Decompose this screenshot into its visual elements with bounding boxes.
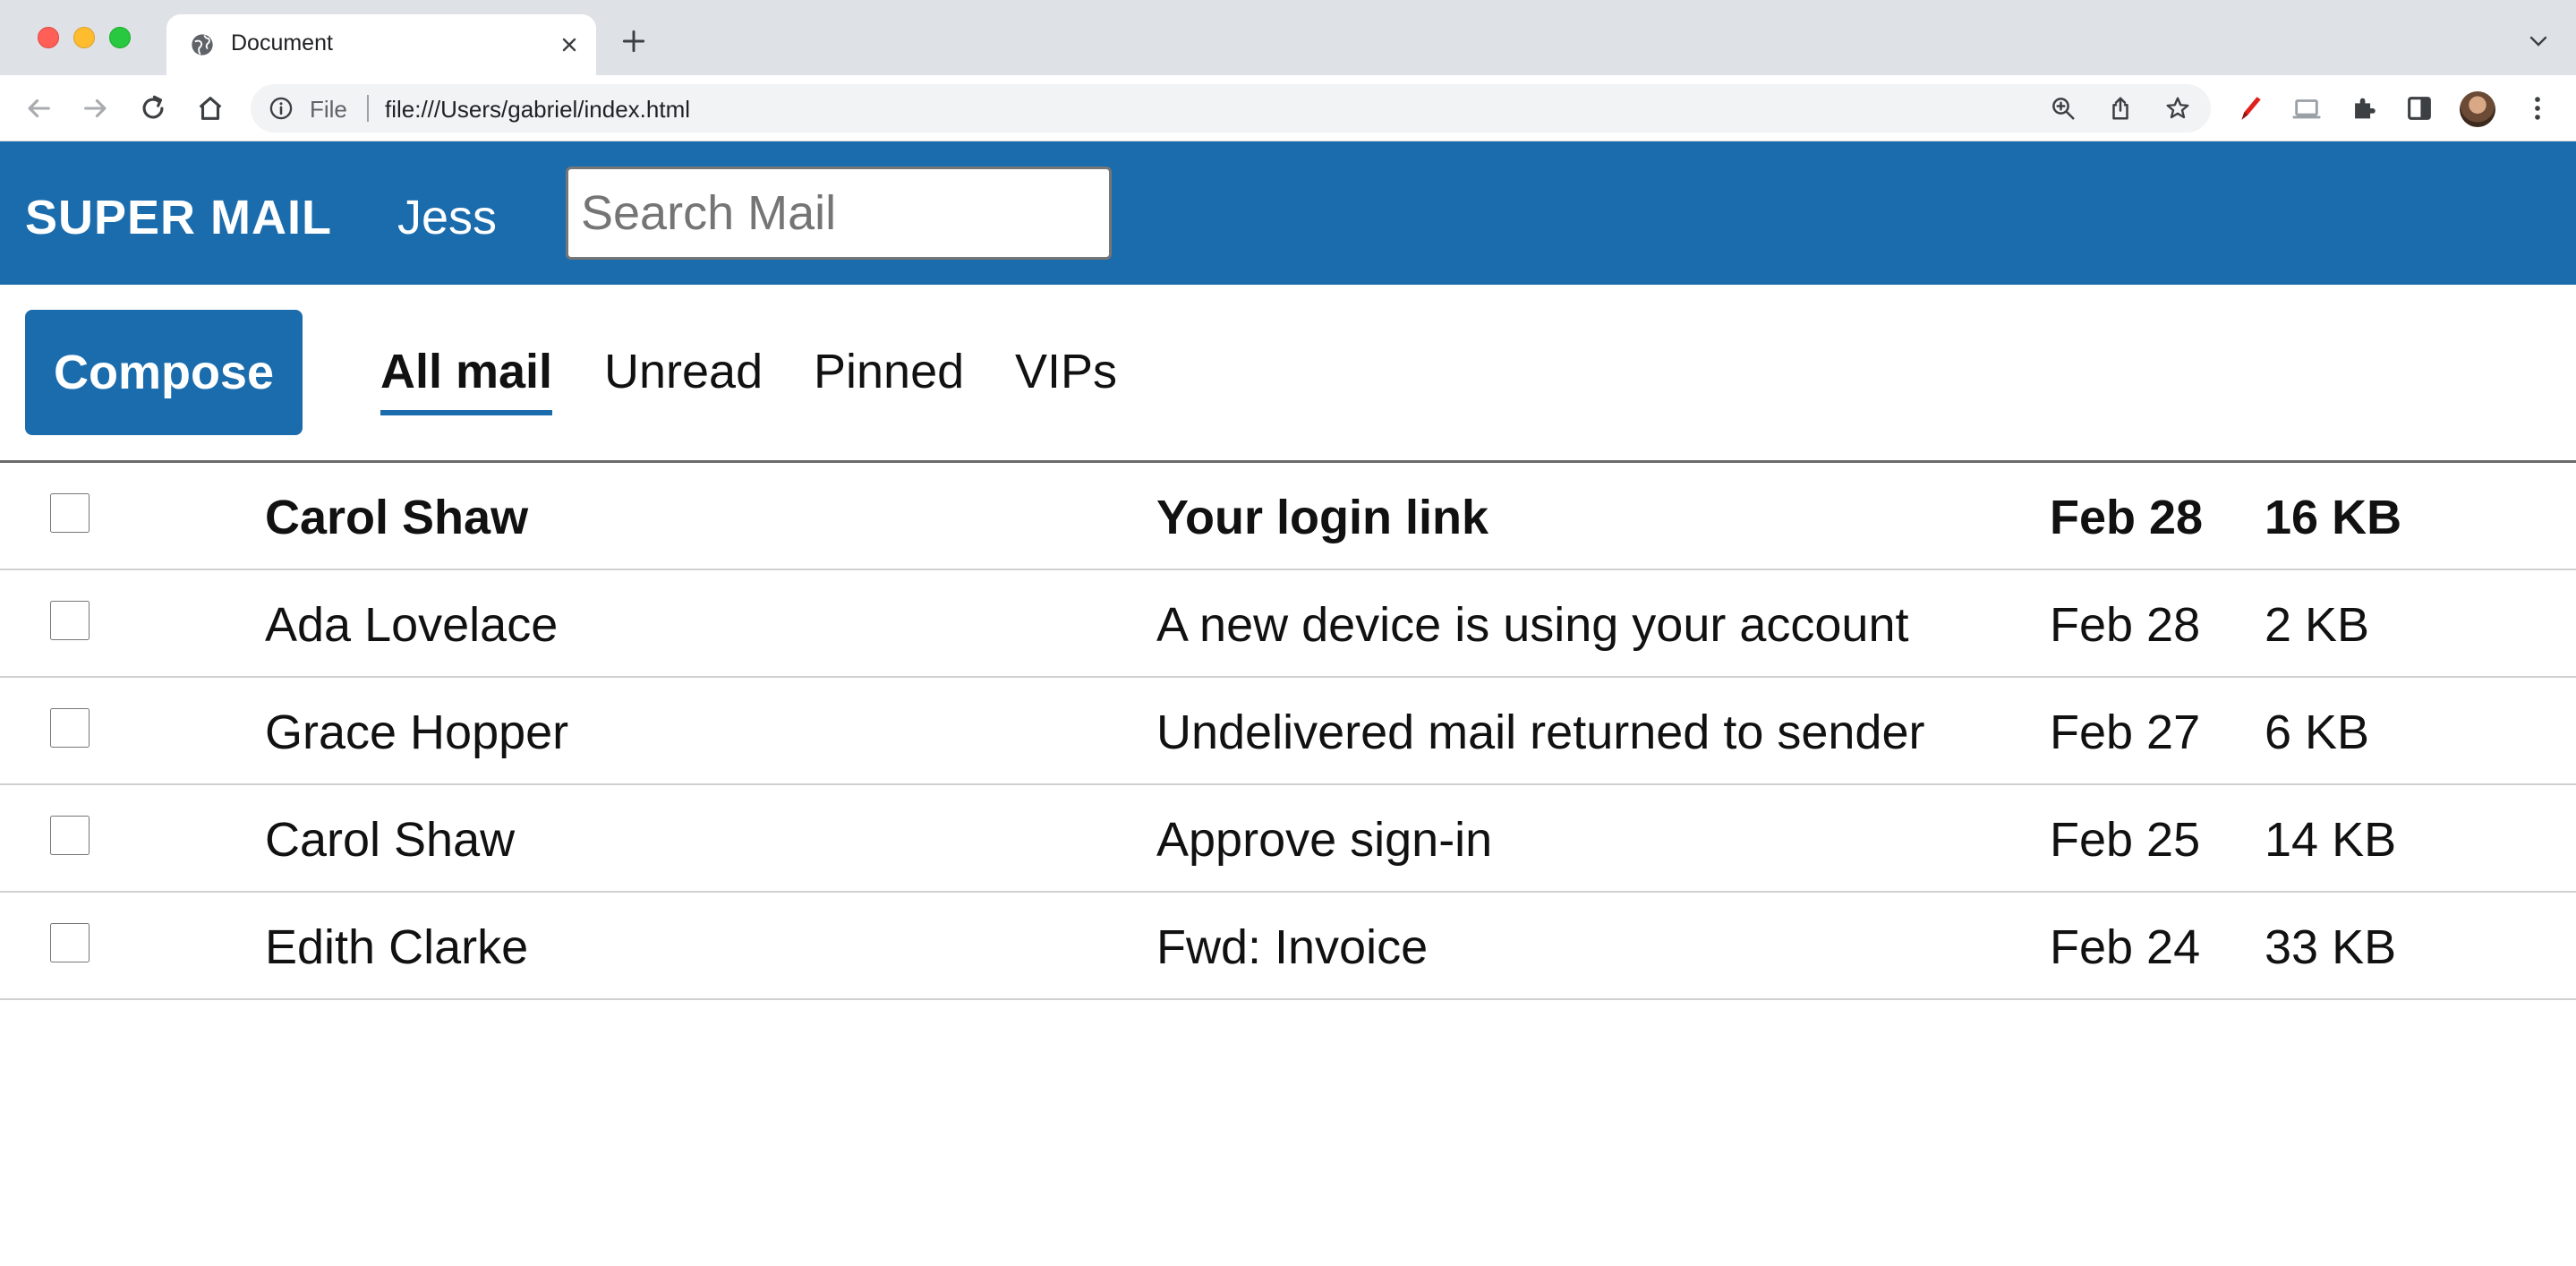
mail-row[interactable]: Grace Hopper Undelivered mail returned t… [0, 678, 2576, 785]
forward-arrow-icon[interactable] [81, 93, 111, 124]
tab-title: Document [231, 30, 333, 56]
user-name: Jess [397, 191, 498, 244]
back-arrow-icon[interactable] [23, 93, 54, 124]
row-checkbox[interactable] [50, 708, 90, 748]
mail-date: Feb 28 [2050, 491, 2204, 544]
globe-icon [192, 34, 213, 56]
row-checkbox[interactable] [50, 493, 90, 533]
bookmark-star-icon[interactable] [2164, 95, 2191, 122]
address-divider [367, 95, 369, 122]
more-options-icon[interactable] [2522, 93, 2553, 124]
home-icon[interactable] [195, 93, 226, 124]
chevron-down-icon[interactable] [2528, 34, 2549, 48]
compose-button[interactable]: Compose [25, 310, 303, 435]
address-bar[interactable]: File file:///Users/gabriel/index.html [251, 84, 2211, 133]
mail-sender: Edith Clarke [265, 920, 529, 974]
new-tab-icon[interactable] [619, 27, 648, 56]
close-window-button[interactable] [38, 27, 59, 48]
mail-size: 14 KB [2265, 813, 2397, 867]
mail-date: Feb 28 [2050, 598, 2201, 652]
browser-toolbar: File file:///Users/gabriel/index.html [0, 75, 2576, 141]
tab-unread[interactable]: Unread [604, 344, 763, 399]
mail-date: Feb 25 [2050, 813, 2201, 867]
mail-subject: Your login link [1156, 491, 1488, 544]
mail-list: Carol Shaw Your login link Feb 28 16 KB … [0, 463, 2576, 1000]
mail-date: Feb 27 [2050, 706, 2201, 759]
row-checkbox[interactable] [50, 923, 90, 962]
mail-sender: Carol Shaw [265, 813, 516, 867]
cast-icon[interactable] [2291, 93, 2322, 124]
share-icon[interactable] [2107, 95, 2134, 122]
browser-tab[interactable]: Document [166, 14, 596, 75]
zoom-icon[interactable] [2050, 95, 2077, 122]
maximize-window-button[interactable] [109, 27, 131, 48]
address-scheme-label: File [310, 96, 347, 123]
mail-size: 33 KB [2265, 920, 2397, 974]
mail-subject: Undelivered mail returned to sender [1156, 706, 1925, 759]
browser-tab-strip: Document [0, 0, 2576, 75]
mail-date: Feb 24 [2050, 920, 2201, 974]
close-tab-icon[interactable] [559, 34, 580, 56]
minimize-window-button[interactable] [73, 27, 95, 48]
mail-sender: Carol Shaw [265, 491, 529, 544]
mail-size: 6 KB [2265, 706, 2370, 759]
mail-subject: Approve sign-in [1156, 813, 1493, 867]
tab-vips[interactable]: VIPs [1015, 344, 1117, 399]
address-url[interactable]: file:///Users/gabriel/index.html [385, 96, 690, 124]
tab-pinned[interactable]: Pinned [814, 344, 964, 399]
extensions-puzzle-icon[interactable] [2349, 93, 2379, 124]
profile-avatar[interactable] [2460, 91, 2495, 127]
app-brand: SUPER MAIL [25, 191, 333, 244]
pen-extension-icon[interactable] [2234, 93, 2265, 124]
mail-size: 16 KB [2265, 491, 2402, 544]
search-input[interactable] [566, 167, 1112, 260]
row-checkbox[interactable] [50, 601, 90, 640]
side-panel-icon[interactable] [2404, 93, 2435, 124]
mail-subject: Fwd: Invoice [1156, 920, 1429, 974]
mail-row[interactable]: Ada Lovelace A new device is using your … [0, 570, 2576, 678]
mail-row[interactable]: Carol Shaw Your login link Feb 28 16 KB [0, 463, 2576, 570]
mail-row[interactable]: Carol Shaw Approve sign-in Feb 25 14 KB [0, 785, 2576, 893]
mail-size: 2 KB [2265, 598, 2370, 652]
mail-subject: A new device is using your account [1156, 598, 1909, 652]
tab-all-mail[interactable]: All mail [380, 344, 553, 415]
reload-icon[interactable] [138, 93, 168, 124]
app-header: SUPER MAIL Jess [0, 141, 2576, 285]
row-checkbox[interactable] [50, 816, 90, 855]
mail-row[interactable]: Edith Clarke Fwd: Invoice Feb 24 33 KB [0, 893, 2576, 1000]
info-icon[interactable] [269, 96, 294, 121]
mail-sender: Grace Hopper [265, 706, 569, 759]
mail-sender: Ada Lovelace [265, 598, 559, 652]
